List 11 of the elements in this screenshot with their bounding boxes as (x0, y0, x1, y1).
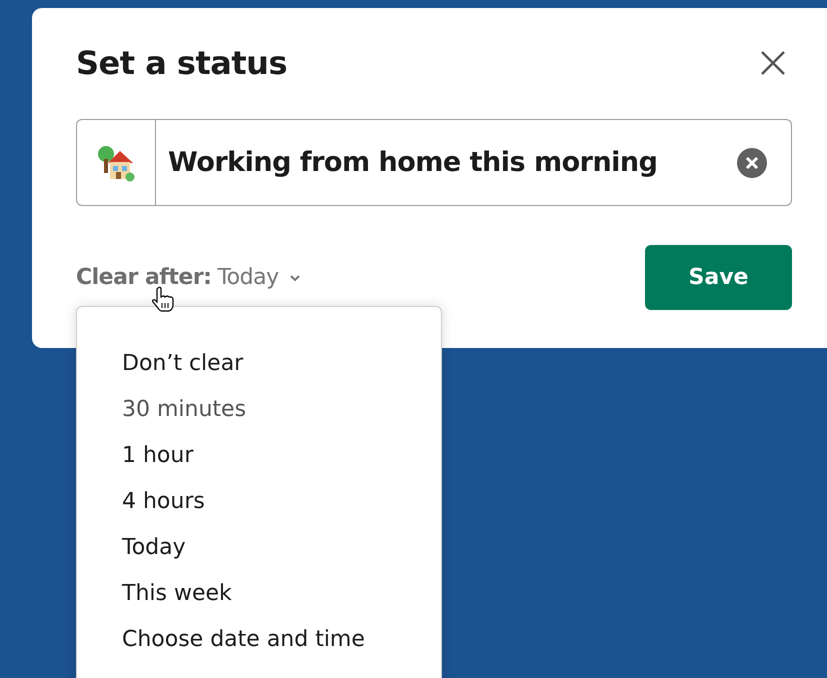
menu-item[interactable]: Today (77, 525, 441, 571)
menu-item[interactable]: 30 minutes (77, 387, 441, 433)
menu-item[interactable]: 1 hour (77, 433, 441, 479)
clear-after-dropdown[interactable]: Clear after: Today (76, 265, 301, 290)
save-button[interactable]: Save (645, 245, 792, 310)
status-field[interactable]: Working from home this morning (76, 119, 792, 206)
dialog-title: Set a status (76, 44, 287, 82)
menu-item[interactable]: Don’t clear (77, 341, 441, 387)
menu-item[interactable]: This week (77, 571, 441, 617)
menu-item[interactable]: Choose date and time (77, 617, 441, 663)
menu-item[interactable]: 4 hours (77, 479, 441, 525)
